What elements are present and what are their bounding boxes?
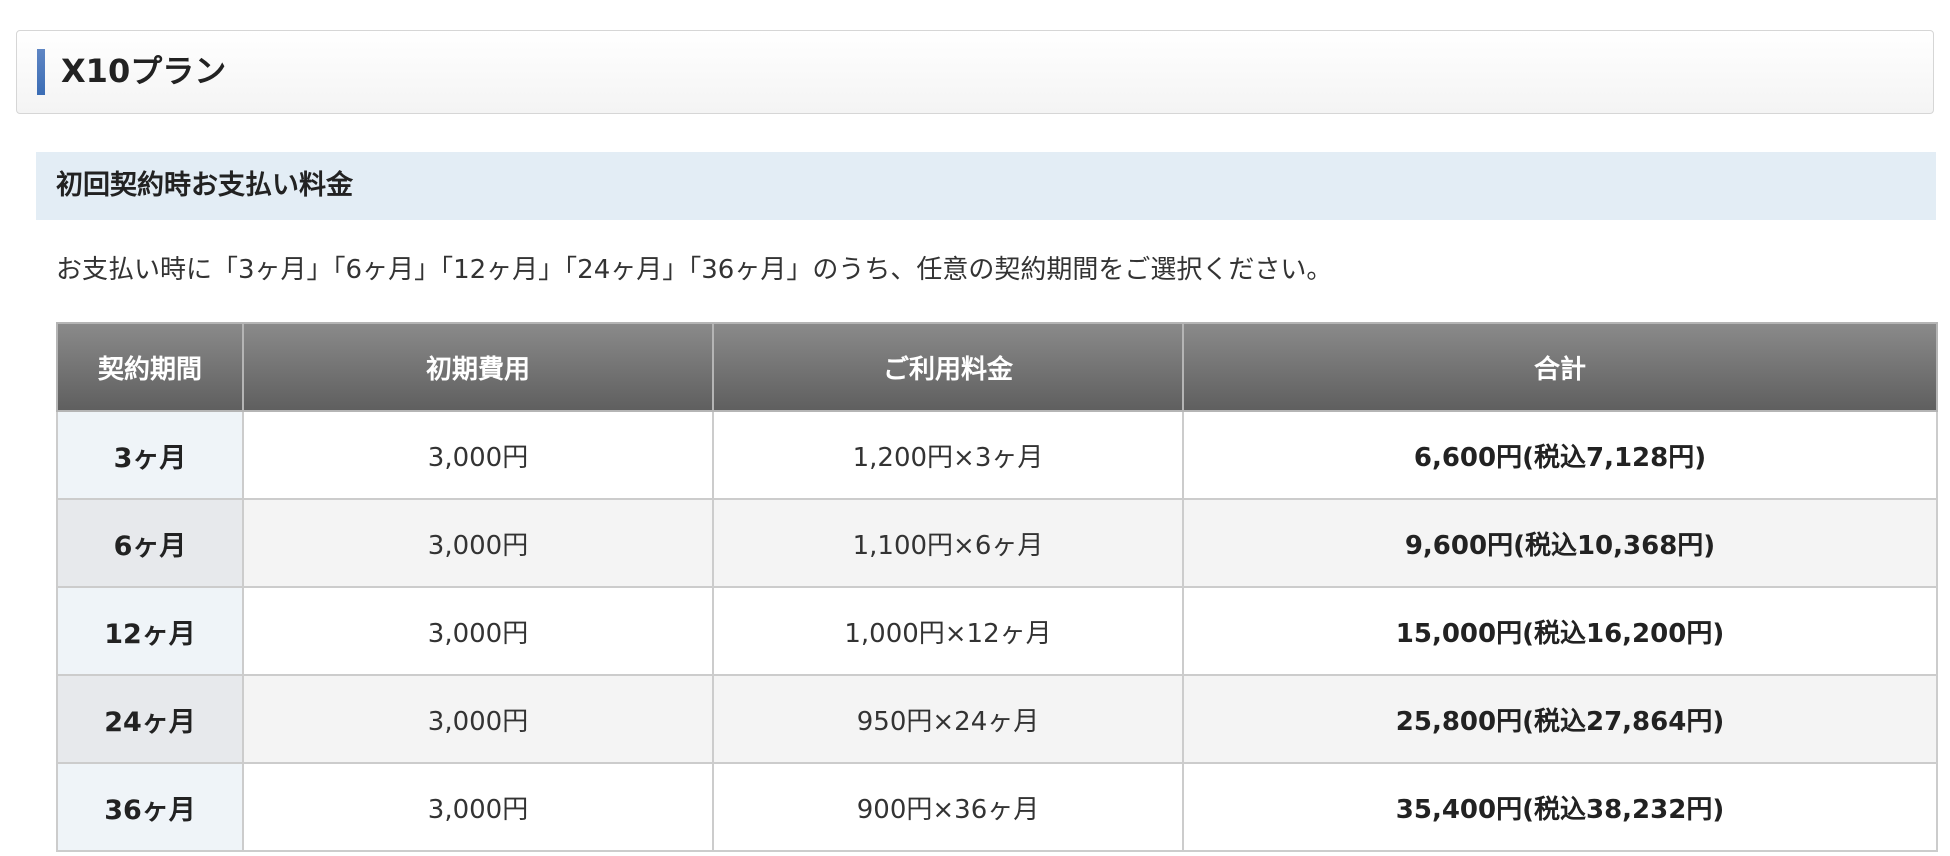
usage-fee-cell: 1,200円×3ヶ月 (712, 410, 1184, 500)
plan-title: X10プラン (61, 52, 227, 90)
table-row: 6ヶ月 3,000円 1,100円×6ヶ月 9,600円(税込10,368円) (56, 498, 1938, 588)
header-initial-fee: 初期費用 (242, 322, 714, 412)
total-cell: 9,600円(税込10,368円) (1182, 498, 1938, 588)
usage-fee-cell: 1,100円×6ヶ月 (712, 498, 1184, 588)
initial-fee-cell: 3,000円 (242, 410, 714, 500)
total-cell: 15,000円(税込16,200円) (1182, 586, 1938, 676)
period-cell: 12ヶ月 (56, 586, 244, 676)
usage-fee-cell: 950円×24ヶ月 (712, 674, 1184, 764)
header-usage-fee: ご利用料金 (712, 322, 1184, 412)
total-cell: 6,600円(税込7,128円) (1182, 410, 1938, 500)
period-cell: 24ヶ月 (56, 674, 244, 764)
initial-fee-cell: 3,000円 (242, 674, 714, 764)
table-header-row: 契約期間 初期費用 ご利用料金 合計 (56, 322, 1938, 412)
usage-fee-cell: 900円×36ヶ月 (712, 762, 1184, 852)
plan-title-accent-bar (37, 49, 45, 95)
section-description: お支払い時に「3ヶ月」「6ヶ月」「12ヶ月」「24ヶ月」「36ヶ月」のうち、任意… (56, 255, 1333, 285)
period-cell: 6ヶ月 (56, 498, 244, 588)
header-total: 合計 (1182, 322, 1938, 412)
initial-fee-cell: 3,000円 (242, 762, 714, 852)
initial-fee-cell: 3,000円 (242, 498, 714, 588)
price-table: 契約期間 初期費用 ご利用料金 合計 3ヶ月 3,000円 1,200円×3ヶ月… (56, 322, 1938, 852)
table-row: 24ヶ月 3,000円 950円×24ヶ月 25,800円(税込27,864円) (56, 674, 1938, 764)
table-row: 12ヶ月 3,000円 1,000円×12ヶ月 15,000円(税込16,200… (56, 586, 1938, 676)
usage-fee-cell: 1,000円×12ヶ月 (712, 586, 1184, 676)
section-heading: 初回契約時お支払い料金 (36, 152, 1936, 220)
plan-title-box: X10プラン (16, 30, 1934, 114)
initial-fee-cell: 3,000円 (242, 586, 714, 676)
header-period: 契約期間 (56, 322, 244, 412)
period-cell: 36ヶ月 (56, 762, 244, 852)
period-cell: 3ヶ月 (56, 410, 244, 500)
table-row: 3ヶ月 3,000円 1,200円×3ヶ月 6,600円(税込7,128円) (56, 410, 1938, 500)
table-row: 36ヶ月 3,000円 900円×36ヶ月 35,400円(税込38,232円) (56, 762, 1938, 852)
total-cell: 35,400円(税込38,232円) (1182, 762, 1938, 852)
total-cell: 25,800円(税込27,864円) (1182, 674, 1938, 764)
